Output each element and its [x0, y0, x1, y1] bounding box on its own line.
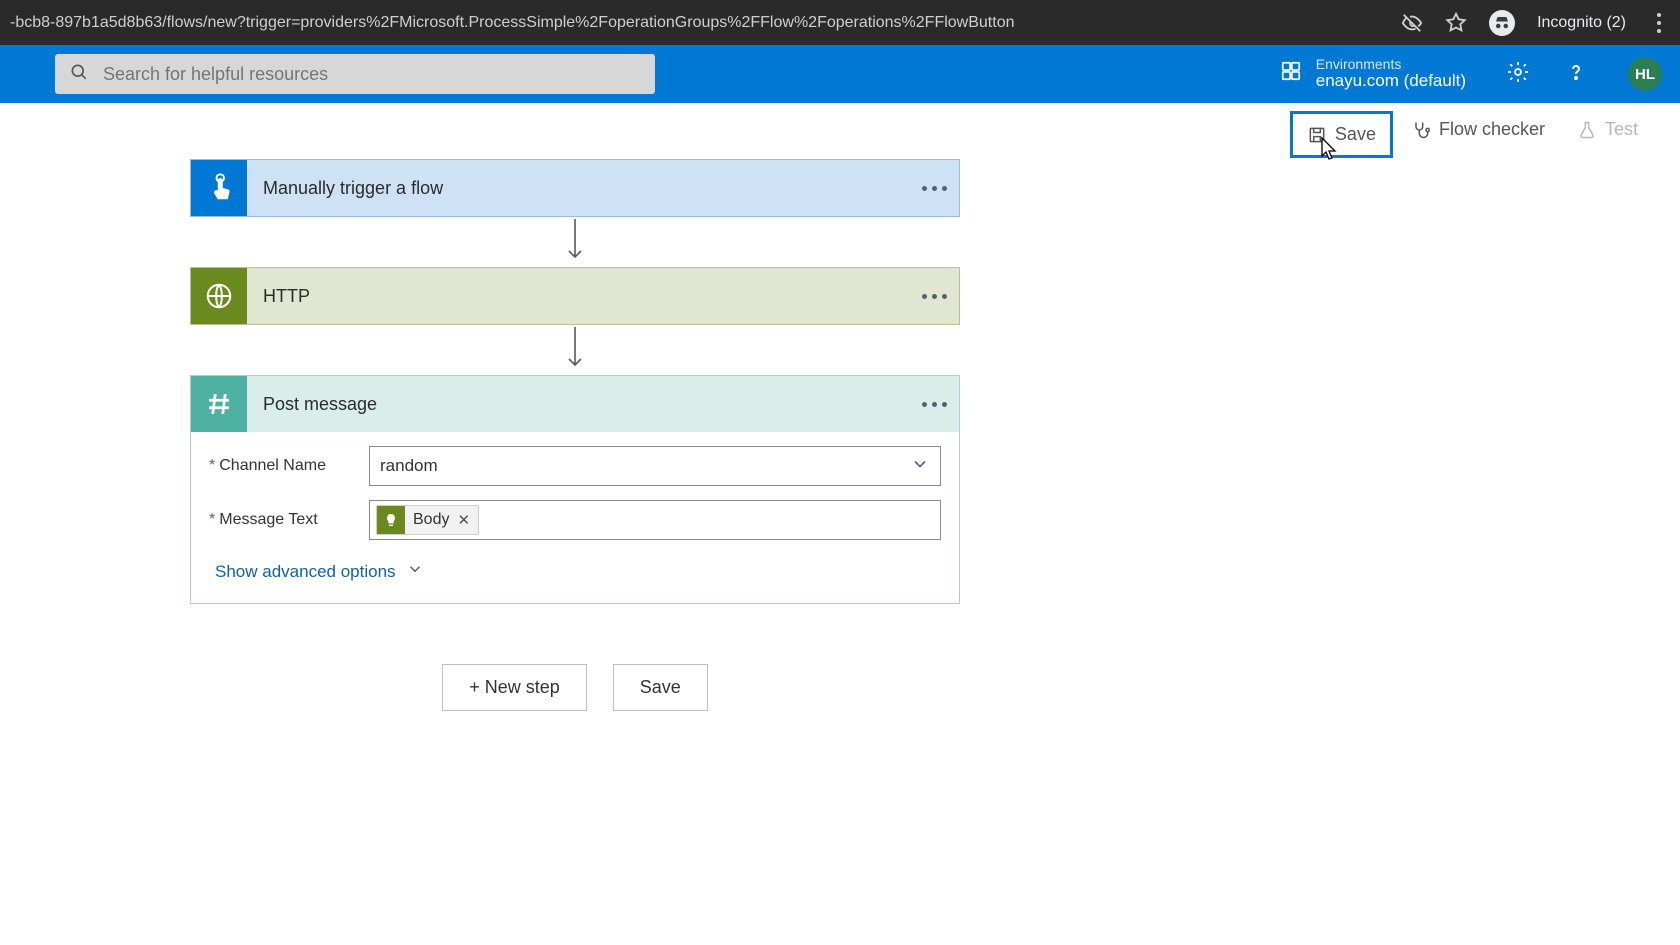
field-channel-name: *Channel Name random	[209, 446, 941, 486]
search-box[interactable]	[55, 54, 655, 94]
token-remove-icon[interactable]: ✕	[457, 511, 470, 529]
save-icon	[1307, 125, 1327, 145]
step-title: Post message	[247, 394, 909, 415]
editor-toolbar: Save Flow checker Test	[0, 103, 1680, 159]
field-message-text: *Message Text Body ✕	[209, 500, 941, 540]
advanced-options-label: Show advanced options	[215, 562, 396, 582]
browser-chrome-bar: -bcb8-897b1a5d8b63/flows/new?trigger=pro…	[0, 0, 1680, 45]
test-button[interactable]: Test	[1563, 111, 1652, 148]
token-label: Body	[413, 511, 449, 529]
touch-icon	[191, 160, 247, 216]
step-title: HTTP	[247, 286, 909, 307]
new-step-button[interactable]: + New step	[442, 664, 587, 711]
save-button-bottom[interactable]: Save	[613, 664, 708, 711]
message-text-label: *Message Text	[209, 511, 369, 529]
hash-icon	[191, 376, 247, 432]
save-button[interactable]: Save	[1290, 111, 1393, 158]
browser-menu-icon[interactable]	[1648, 12, 1670, 34]
save-label: Save	[1335, 124, 1376, 145]
channel-name-value: random	[380, 456, 438, 476]
chevron-down-icon	[406, 560, 424, 583]
flask-icon	[1577, 120, 1597, 140]
environment-icon	[1280, 60, 1302, 87]
search-icon	[69, 62, 89, 87]
step-body: *Channel Name random *Message Text	[191, 432, 959, 603]
message-text-input[interactable]: Body ✕	[369, 500, 941, 540]
step-title: Manually trigger a flow	[247, 178, 909, 199]
chevron-down-icon	[910, 454, 930, 479]
environment-picker[interactable]: Environments enayu.com (default)	[1280, 57, 1466, 91]
canvas-footer-buttons: + New step Save	[190, 664, 960, 711]
browser-url: -bcb8-897b1a5d8b63/flows/new?trigger=pro…	[10, 14, 1381, 32]
avatar-initials: HL	[1635, 66, 1655, 83]
show-advanced-options-link[interactable]: Show advanced options	[209, 554, 941, 597]
environment-value: enayu.com (default)	[1316, 72, 1466, 91]
channel-name-select[interactable]: random	[369, 446, 941, 486]
flow-checker-button[interactable]: Flow checker	[1397, 111, 1559, 148]
app-header: Environments enayu.com (default) HL	[0, 45, 1680, 103]
incognito-label: Incognito (2)	[1537, 14, 1626, 32]
connector-arrow	[190, 217, 960, 267]
star-icon[interactable]	[1445, 12, 1467, 34]
step-trigger[interactable]: Manually trigger a flow	[190, 159, 960, 217]
search-input[interactable]	[103, 64, 641, 85]
step-http[interactable]: HTTP	[190, 267, 960, 325]
step-menu-icon[interactable]	[909, 402, 959, 407]
help-icon[interactable]	[1564, 60, 1588, 89]
step-menu-icon[interactable]	[909, 294, 959, 299]
stethoscope-icon	[1411, 120, 1431, 140]
step-post-message[interactable]: Post message *Channel Name random *Messa…	[190, 375, 960, 604]
globe-icon	[191, 268, 247, 324]
lightbulb-icon	[377, 506, 405, 534]
incognito-icon[interactable]	[1489, 10, 1515, 36]
connector-arrow	[190, 325, 960, 375]
gear-icon[interactable]	[1506, 60, 1530, 89]
step-menu-icon[interactable]	[909, 186, 959, 191]
dynamic-token-body[interactable]: Body ✕	[376, 505, 479, 535]
browser-right-icons: Incognito (2)	[1401, 10, 1670, 36]
flow-checker-label: Flow checker	[1439, 119, 1545, 140]
avatar[interactable]: HL	[1628, 57, 1662, 91]
environment-label: Environments	[1316, 57, 1466, 72]
flow-canvas: Manually trigger a flow HTTP	[0, 159, 1680, 751]
test-label: Test	[1605, 119, 1638, 140]
eye-off-icon[interactable]	[1401, 12, 1423, 34]
channel-name-label: *Channel Name	[209, 457, 369, 475]
